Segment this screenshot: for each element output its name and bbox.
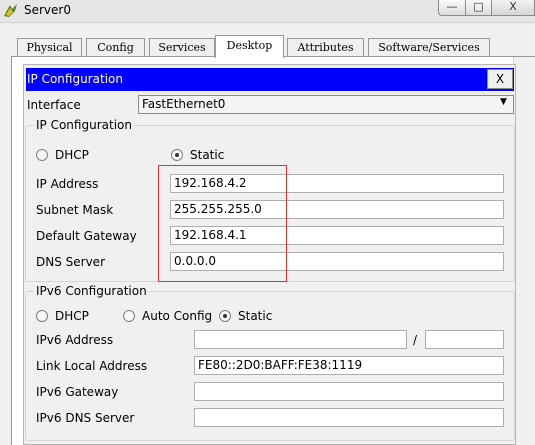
subnet-mask-label: Subnet Mask (36, 203, 114, 217)
minimize-button[interactable]: — (438, 0, 466, 16)
ipv6-auto-config-label: Auto Config (142, 309, 213, 323)
ipv6-static-radio[interactable] (219, 310, 231, 322)
ipv6-prefix-input[interactable] (425, 330, 504, 349)
ipv6-address-input[interactable] (194, 330, 407, 349)
ip-address-label: IP Address (36, 177, 99, 191)
default-gateway-label: Default Gateway (36, 229, 137, 243)
ipv4-dhcp-label: DHCP (55, 148, 89, 162)
ipv6-dns-server-label: IPv6 DNS Server (36, 411, 135, 425)
link-local-address-label: Link Local Address (36, 359, 148, 373)
ipv4-legend: IP Configuration (34, 118, 134, 132)
interface-select[interactable]: FastEthernet0 (138, 95, 514, 114)
dns-server-label: DNS Server (36, 255, 105, 269)
maximize-button[interactable]: □ (465, 0, 492, 16)
link-local-address-input[interactable]: FE80::2D0:BAFF:FE38:1119 (194, 356, 504, 375)
tab-physical[interactable]: Physical (17, 38, 82, 56)
dialog-title: IP Configuration (27, 72, 123, 86)
ipv6-dns-server-input[interactable] (194, 408, 504, 427)
prefix-separator: / (413, 333, 418, 347)
dialog-close-button[interactable]: X (487, 69, 513, 89)
ipv4-dhcp-radio[interactable] (36, 149, 48, 161)
ipv6-gateway-label: IPv6 Gateway (36, 385, 119, 399)
tab-config[interactable]: Config (86, 38, 145, 56)
tab-desktop[interactable]: Desktop (215, 35, 284, 58)
window-close-button[interactable]: X (491, 0, 535, 16)
ipv6-gateway-input[interactable] (194, 382, 504, 401)
ipv6-auto-config-radio[interactable] (123, 310, 135, 322)
ipv4-static-radio[interactable] (171, 149, 183, 161)
vertical-scrollbar[interactable] (513, 57, 535, 445)
window-title: Server0 (24, 3, 71, 17)
highlight-box (158, 165, 287, 282)
ipv6-address-label: IPv6 Address (36, 333, 114, 347)
interface-value: FastEthernet0 (142, 97, 226, 111)
ipv6-dhcp-radio[interactable] (36, 310, 48, 322)
ipv4-static-label: Static (190, 148, 225, 162)
ipv6-dhcp-label: DHCP (55, 309, 89, 323)
tab-software-services[interactable]: Software/Services (368, 38, 490, 56)
ipv6-static-label: Static (238, 309, 273, 323)
tab-services[interactable]: Services (149, 38, 215, 56)
tab-attributes[interactable]: Attributes (287, 38, 364, 56)
chevron-down-icon[interactable]: ▼ (500, 97, 507, 107)
packet-tracer-server-icon (3, 3, 18, 18)
interface-label: Interface (27, 98, 81, 112)
ipv6-legend: IPv6 Configuration (34, 284, 149, 298)
